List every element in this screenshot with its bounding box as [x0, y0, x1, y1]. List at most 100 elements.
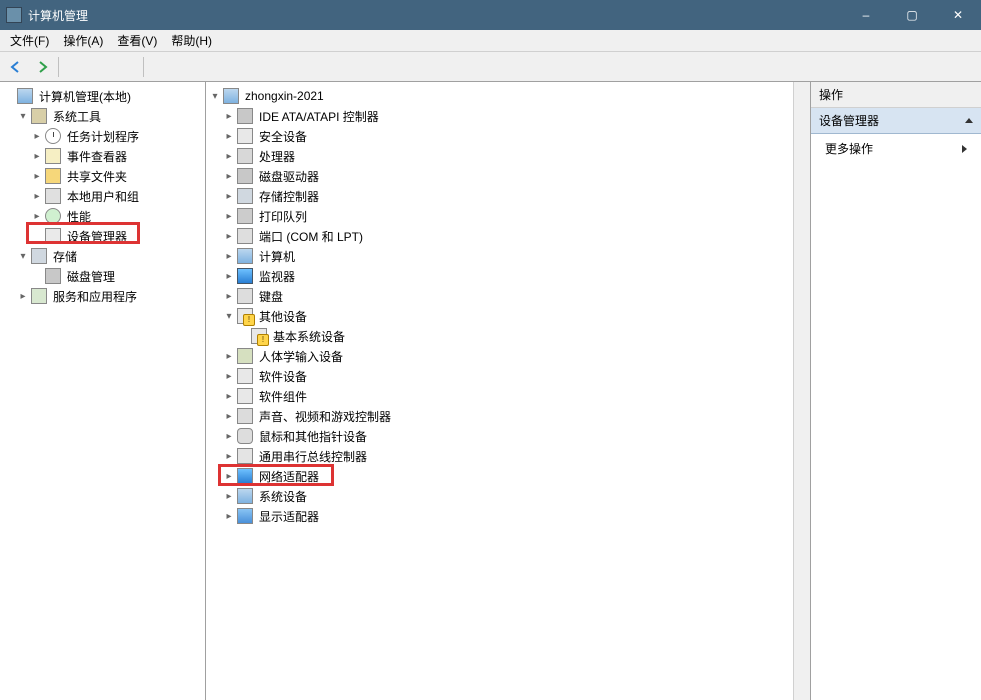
tree-label: 存储 — [50, 247, 80, 266]
device-software-devices[interactable]: ▸软件设备 — [208, 366, 806, 386]
actions-more[interactable]: 更多操作 — [811, 134, 981, 163]
display-adapter-icon — [237, 508, 253, 524]
device-ide[interactable]: ▸IDE ATA/ATAPI 控制器 — [208, 106, 806, 126]
mouse-icon — [237, 428, 253, 444]
up-button[interactable] — [63, 55, 87, 79]
software-device-icon — [237, 368, 253, 384]
event-icon — [45, 148, 61, 164]
device-network-adapters[interactable]: ▸网络适配器 — [208, 466, 806, 486]
tree-label: 处理器 — [256, 147, 298, 166]
ide-icon — [237, 108, 253, 124]
tree-label: 存储控制器 — [256, 187, 322, 206]
close-icon: ✕ — [953, 8, 963, 22]
device-display-adapters[interactable]: ▸显示适配器 — [208, 506, 806, 526]
other-devices-icon — [237, 308, 253, 324]
tree-device-manager[interactable]: ▸设备管理器 — [2, 226, 201, 246]
device-cpu[interactable]: ▸处理器 — [208, 146, 806, 166]
tools-icon — [31, 108, 47, 124]
result-pane[interactable]: ▾zhongxin-2021 ▸IDE ATA/ATAPI 控制器 ▸安全设备 … — [206, 82, 811, 700]
computer-icon — [237, 248, 253, 264]
tree-label: 安全设备 — [256, 127, 310, 146]
tree-performance[interactable]: ▸性能 — [2, 206, 201, 226]
close-button[interactable]: ✕ — [935, 0, 981, 30]
device-storage-ctrl[interactable]: ▸存储控制器 — [208, 186, 806, 206]
device-monitor[interactable]: ▸监视器 — [208, 266, 806, 286]
device-software-components[interactable]: ▸软件组件 — [208, 386, 806, 406]
tree-storage[interactable]: ▾存储 — [2, 246, 201, 266]
monitor-icon — [237, 268, 253, 284]
forward-arrow-icon — [35, 60, 49, 74]
maximize-button[interactable]: ▢ — [889, 0, 935, 30]
device-computer[interactable]: ▸计算机 — [208, 246, 806, 266]
tree-task-scheduler[interactable]: ▸任务计划程序 — [2, 126, 201, 146]
device-usb-controllers[interactable]: ▸通用串行总线控制器 — [208, 446, 806, 466]
forward-button[interactable] — [30, 55, 54, 79]
tree-label: 键盘 — [256, 287, 286, 306]
list-view-button[interactable] — [115, 55, 139, 79]
device-other[interactable]: ▾其他设备 — [208, 306, 806, 326]
tree-label: 系统设备 — [256, 487, 310, 506]
device-print-queue[interactable]: ▸打印队列 — [208, 206, 806, 226]
storage-icon — [31, 248, 47, 264]
back-button[interactable] — [4, 55, 28, 79]
performance-icon — [45, 208, 61, 224]
device-host[interactable]: ▾zhongxin-2021 — [208, 86, 806, 106]
tree-root-computer-management[interactable]: ▾计算机管理(本地) — [2, 86, 201, 106]
device-mouse[interactable]: ▸鼠标和其他指针设备 — [208, 426, 806, 446]
device-security[interactable]: ▸安全设备 — [208, 126, 806, 146]
tree-disk-management[interactable]: ▸磁盘管理 — [2, 266, 201, 286]
tree-label: 通用串行总线控制器 — [256, 447, 370, 466]
hid-icon — [237, 348, 253, 364]
tree-shared-folders[interactable]: ▸共享文件夹 — [2, 166, 201, 186]
tree-label: 基本系统设备 — [270, 327, 348, 346]
device-diskdrive[interactable]: ▸磁盘驱动器 — [208, 166, 806, 186]
scope-tree: ▾计算机管理(本地) ▾系统工具 ▸任务计划程序 ▸事件查看器 ▸共享文件夹 ▸… — [0, 84, 205, 308]
device-other-child[interactable]: ▸基本系统设备 — [208, 326, 806, 346]
properties-button[interactable] — [89, 55, 113, 79]
actions-more-label: 更多操作 — [825, 140, 873, 157]
tree-label: 计算机管理(本地) — [36, 87, 134, 106]
menubar: 文件(F) 操作(A) 查看(V) 帮助(H) — [0, 30, 981, 52]
storage-controller-icon — [237, 188, 253, 204]
tree-system-tools[interactable]: ▾系统工具 — [2, 106, 201, 126]
device-ports[interactable]: ▸端口 (COM 和 LPT) — [208, 226, 806, 246]
usb-icon — [237, 448, 253, 464]
tree-event-viewer[interactable]: ▸事件查看器 — [2, 146, 201, 166]
tree-services-apps[interactable]: ▸服务和应用程序 — [2, 286, 201, 306]
window-title: 计算机管理 — [28, 7, 843, 24]
tree-local-users[interactable]: ▸本地用户和组 — [2, 186, 201, 206]
menu-action[interactable]: 操作(A) — [57, 30, 109, 51]
tree-label: 监视器 — [256, 267, 298, 286]
actions-selected-node[interactable]: 设备管理器 — [811, 108, 981, 134]
toolbar-separator — [58, 57, 59, 77]
help-button[interactable] — [148, 55, 172, 79]
tree-label: 其他设备 — [256, 307, 310, 326]
services-icon — [31, 288, 47, 304]
scope-pane[interactable]: ▾计算机管理(本地) ▾系统工具 ▸任务计划程序 ▸事件查看器 ▸共享文件夹 ▸… — [0, 82, 206, 700]
menu-view[interactable]: 查看(V) — [111, 30, 163, 51]
device-keyboard[interactable]: ▸键盘 — [208, 286, 806, 306]
tree-label: 磁盘管理 — [64, 267, 118, 286]
device-hid[interactable]: ▸人体学输入设备 — [208, 346, 806, 366]
minimize-button[interactable]: – — [843, 0, 889, 30]
sound-icon — [237, 408, 253, 424]
device-system-devices[interactable]: ▸系统设备 — [208, 486, 806, 506]
main-panes: ▾计算机管理(本地) ▾系统工具 ▸任务计划程序 ▸事件查看器 ▸共享文件夹 ▸… — [0, 82, 981, 700]
back-arrow-icon — [9, 60, 23, 74]
device-sound[interactable]: ▸声音、视频和游戏控制器 — [208, 406, 806, 426]
tree-label: 性能 — [64, 207, 94, 226]
printer-icon — [237, 208, 253, 224]
keyboard-icon — [237, 288, 253, 304]
actions-pane: 操作 设备管理器 更多操作 — [811, 82, 981, 700]
actions-selected-label: 设备管理器 — [819, 112, 879, 129]
port-icon — [237, 228, 253, 244]
menu-help[interactable]: 帮助(H) — [165, 30, 218, 51]
device-manager-icon — [45, 228, 61, 244]
tree-label: 软件组件 — [256, 387, 310, 406]
tree-label: 设备管理器 — [64, 227, 130, 246]
tree-label: 任务计划程序 — [64, 127, 142, 146]
device-tree: ▾zhongxin-2021 ▸IDE ATA/ATAPI 控制器 ▸安全设备 … — [206, 84, 810, 528]
menu-file[interactable]: 文件(F) — [4, 30, 55, 51]
tree-label: 端口 (COM 和 LPT) — [256, 227, 366, 246]
computer-icon — [17, 88, 33, 104]
